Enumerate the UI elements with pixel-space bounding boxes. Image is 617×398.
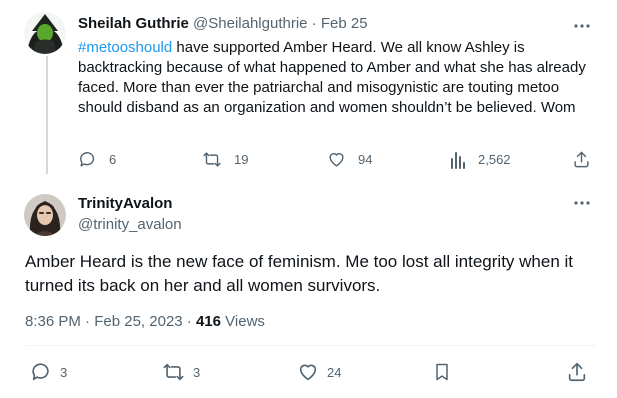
tweet2-more-icon[interactable] <box>570 195 594 211</box>
tweet1-like-button[interactable]: 94 <box>327 150 372 169</box>
share-icon <box>566 361 588 383</box>
retweet-icon <box>162 361 185 383</box>
tweet2-handle[interactable]: @trinity_avalon <box>78 216 182 233</box>
reply-icon <box>30 361 52 383</box>
tweet2-divider <box>25 345 595 346</box>
avatar-trinity[interactable] <box>24 194 66 236</box>
tweet1-like-count: 94 <box>358 152 373 167</box>
tweet1-action-bar: 6 19 94 2,562 <box>78 150 593 170</box>
tweet2-reply-count: 3 <box>60 364 68 380</box>
bookmark-icon <box>432 361 452 383</box>
tweet2-views-label: Views <box>225 313 265 330</box>
tweet2-reply-button[interactable]: 3 <box>30 361 67 383</box>
tweet2-retweet-button[interactable]: 3 <box>162 361 200 383</box>
tweet1-reply-button[interactable]: 6 <box>78 150 116 169</box>
like-icon <box>297 361 319 383</box>
like-icon <box>327 150 346 169</box>
tweet2-author-name[interactable]: TrinityAvalon <box>78 195 172 212</box>
tweet1-author-name[interactable]: Sheilah Guthrie <box>78 15 189 32</box>
tweet2-bookmark-button[interactable] <box>432 361 452 383</box>
tweet2-date[interactable]: Feb 25, 2023 <box>94 313 182 330</box>
tweet1-handle[interactable]: @Sheilahlguthrie <box>193 15 307 32</box>
tweet2-separator: · <box>85 313 91 330</box>
views-icon <box>450 150 466 169</box>
tweet2-time[interactable]: 8:36 PM <box>25 313 81 330</box>
thread-connector-line <box>46 56 48 174</box>
tweet1-views-button[interactable]: 2,562 <box>450 150 511 169</box>
tweet1-separator: · <box>311 15 317 32</box>
tweet2-like-count: 24 <box>327 364 342 380</box>
tweet1-text: #metooshould have supported Amber Heard.… <box>78 38 590 118</box>
tweet2-separator-2: · <box>186 313 192 330</box>
tweet1-views-count: 2,562 <box>478 152 511 167</box>
retweet-icon <box>202 150 222 169</box>
tweet2-views-count[interactable]: 416 <box>196 313 221 330</box>
tweet2-text: Amber Heard is the new face of feminism.… <box>25 252 574 295</box>
avatar-sheilah[interactable] <box>24 12 66 54</box>
tweet1-date[interactable]: Feb 25 <box>321 15 368 32</box>
tweet2-share-button[interactable] <box>566 361 588 383</box>
tweet1-share-button[interactable] <box>572 150 591 169</box>
tweet1-header: Sheilah Guthrie @Sheilahlguthrie · Feb 2… <box>78 15 368 32</box>
tweet1-hashtag-link[interactable]: #metooshould <box>78 39 172 56</box>
tweet1-retweet-button[interactable]: 19 <box>202 150 248 169</box>
tweet2-metadata: 8:36 PM · Feb 25, 2023 · 416 Views <box>25 313 265 330</box>
reply-icon <box>78 150 97 169</box>
tweet1-reply-count: 6 <box>109 152 117 167</box>
tweet2-retweet-count: 3 <box>193 364 201 380</box>
tweet1-retweet-count: 19 <box>234 152 249 167</box>
tweet1-more-icon[interactable] <box>570 18 594 34</box>
tweet2-action-bar: 3 3 24 <box>25 361 595 385</box>
tweet2-like-button[interactable]: 24 <box>297 361 341 383</box>
share-icon <box>572 150 591 169</box>
